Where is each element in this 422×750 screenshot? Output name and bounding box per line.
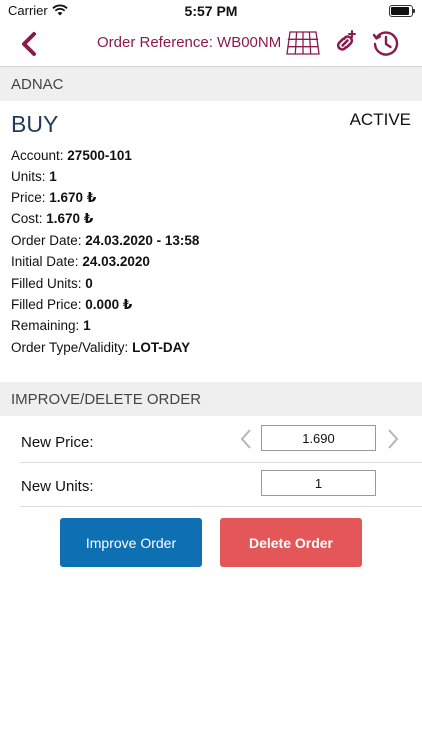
instrument-name: ADNAC bbox=[11, 76, 64, 93]
order-status: ACTIVE bbox=[349, 110, 411, 129]
nav-bar: Order Reference: WB00NM bbox=[0, 22, 422, 67]
page-title: Order Reference: WB00NM bbox=[97, 34, 282, 51]
detail-initial-date: Initial Date: 24.03.2020 bbox=[11, 254, 150, 269]
detail-filled-units: Filled Units: 0 bbox=[11, 276, 93, 291]
improve-section-title: IMPROVE/DELETE ORDER bbox=[11, 391, 202, 408]
new-price-label: New Price: bbox=[21, 434, 94, 451]
detail-units: Units: 1 bbox=[11, 169, 57, 184]
detail-account: Account: 27500-101 bbox=[11, 148, 132, 163]
detail-filled-price: Filled Price: 0.000 ₺ bbox=[11, 297, 133, 312]
new-units-input[interactable] bbox=[261, 470, 376, 496]
new-units-label: New Units: bbox=[21, 478, 94, 495]
improve-order-button[interactable]: Improve Order bbox=[60, 518, 202, 567]
new-units-row: New Units: bbox=[20, 462, 422, 507]
price-increase-chevron-right-icon[interactable] bbox=[386, 428, 400, 450]
link-icon[interactable] bbox=[331, 28, 359, 58]
battery-icon bbox=[389, 5, 415, 17]
price-decrease-chevron-left-icon[interactable] bbox=[239, 428, 253, 450]
new-price-row: New Price: bbox=[20, 418, 422, 463]
delete-order-button[interactable]: Delete Order bbox=[220, 518, 362, 567]
detail-cost: Cost: 1.670 ₺ bbox=[11, 211, 94, 226]
detail-order-date: Order Date: 24.03.2020 - 13:58 bbox=[11, 233, 200, 248]
history-icon[interactable] bbox=[371, 28, 401, 58]
detail-price: Price: 1.670 ₺ bbox=[11, 190, 97, 205]
back-button[interactable] bbox=[14, 28, 44, 60]
new-price-input[interactable] bbox=[261, 425, 376, 451]
improve-section-header: IMPROVE/DELETE ORDER bbox=[0, 382, 422, 416]
status-bar: Carrier 5:57 PM bbox=[0, 0, 422, 22]
instrument-header: ADNAC bbox=[0, 67, 422, 101]
status-time: 5:57 PM bbox=[184, 3, 238, 19]
grid-icon[interactable] bbox=[286, 30, 320, 56]
detail-order-type: Order Type/Validity: LOT-DAY bbox=[11, 340, 191, 355]
order-side: BUY bbox=[11, 111, 59, 137]
detail-remaining: Remaining: 1 bbox=[11, 318, 91, 333]
